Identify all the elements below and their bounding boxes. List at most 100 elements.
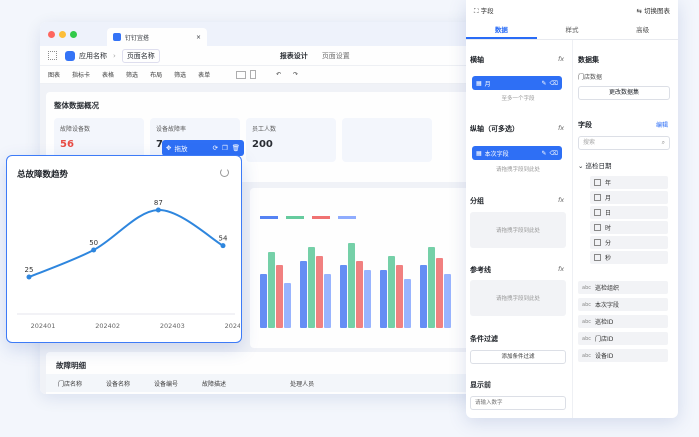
col-handler[interactable]: 处理人员 — [290, 379, 314, 388]
delete-icon[interactable]: ⌫ — [550, 80, 558, 87]
field-item[interactable]: abc 巡检组织 — [578, 281, 668, 294]
date-part-field[interactable]: 月 — [590, 191, 668, 204]
fields-toggle[interactable]: ⛶ 字段 — [474, 5, 494, 16]
undo-icon[interactable]: ↶ — [276, 71, 281, 78]
toolbar-form[interactable]: 表单 — [198, 70, 210, 79]
y-axis-field-pill[interactable]: ▦ 本次字段 ✎ ⌫ — [472, 146, 562, 160]
y-axis-title: 纵轴（可多选） — [470, 125, 519, 133]
trend-chart-card[interactable]: 总故障数趋势 25202401502024028720240354202404 — [6, 155, 242, 343]
x-axis-title: 横轴 — [470, 56, 484, 64]
bg-bar — [268, 251, 275, 328]
toolbar-filter[interactable]: 筛选 — [126, 70, 138, 79]
date-part-field[interactable]: 时 — [590, 221, 668, 234]
desktop-view-icon[interactable] — [236, 70, 247, 79]
date-part-field[interactable]: 日 — [590, 206, 668, 219]
maximize-dot-icon[interactable] — [70, 30, 77, 38]
kpi-card-extra[interactable] — [342, 118, 432, 162]
bg-bar — [316, 256, 323, 328]
data-point[interactable] — [26, 274, 32, 280]
x-axis-field-pill[interactable]: ▦ 月 ✎ ⌫ — [472, 76, 562, 90]
data-point[interactable] — [91, 247, 97, 253]
drag-icon[interactable]: ✥ — [166, 144, 171, 152]
window-titlebar: 钉钉宜搭 × — [40, 22, 482, 46]
x-tick-label: 202401 — [31, 322, 56, 330]
redo-icon[interactable]: ↷ — [293, 71, 298, 78]
tab-data[interactable]: 数据 — [466, 20, 537, 39]
bg-bar — [348, 242, 355, 328]
bg-bar — [364, 269, 371, 328]
col-fault-desc[interactable]: 故障描述 — [202, 379, 226, 388]
date-part-field[interactable]: 分 — [590, 236, 668, 249]
chip-label: 拖放 — [174, 145, 188, 153]
app-logo-icon — [113, 33, 121, 41]
date-part-field[interactable]: 年 — [590, 176, 668, 189]
component-action-chip[interactable]: ✥ 拖放 ⟳ ❐ 🗑 — [162, 140, 244, 156]
tab-page-settings[interactable]: 页面设置 — [322, 51, 350, 61]
text-type-icon: abc — [582, 335, 591, 342]
copy-icon[interactable]: ❐ — [222, 144, 228, 152]
delete-icon[interactable]: ⌫ — [550, 150, 558, 157]
toolbar-kpi-card[interactable]: 指标卡 — [72, 70, 90, 79]
dataset-title: 数据集 — [578, 56, 599, 64]
component-toolbar: 图表 指标卡 表格 筛选 布局 筛选 表单 ↶ ↷ — [40, 66, 482, 84]
tab-style[interactable]: 样式 — [537, 20, 608, 39]
bg-bar — [428, 247, 435, 328]
field-label: 秒 — [605, 255, 612, 262]
close-dot-icon[interactable] — [48, 30, 55, 38]
search-icon: ⌕ — [661, 139, 665, 146]
edit-icon[interactable]: ✎ — [541, 80, 546, 87]
page-name-select[interactable]: 页面名称 — [121, 48, 160, 63]
tab-close-icon[interactable]: × — [196, 34, 201, 41]
date-group-toggle[interactable]: ⌄ 巡检日期 — [578, 160, 612, 170]
browser-tab[interactable]: 钉钉宜搭 × — [107, 28, 207, 46]
delete-icon[interactable]: 🗑 — [232, 144, 240, 152]
reference-dropzone[interactable]: 请拖拽字段到此处 — [470, 280, 566, 316]
add-filter-button[interactable]: 添加条件过滤 — [470, 350, 566, 364]
col-store[interactable]: 门店名称 — [58, 379, 82, 388]
minimize-dot-icon[interactable] — [59, 30, 66, 38]
change-dataset-button[interactable]: 更改数据集 — [578, 86, 670, 100]
detail-section[interactable]: 故障明细 门店名称 设备名称 设备编号 故障描述 处理人员 — [46, 352, 476, 394]
bg-bar — [436, 257, 443, 328]
display-count-input[interactable] — [470, 396, 566, 410]
toolbar-layout[interactable]: 布局 — [150, 70, 162, 79]
fx-icon[interactable]: fx — [558, 55, 564, 63]
panel-header: ⛶ 字段 ⇆ 切换图表 — [466, 0, 678, 20]
toolbar-chart[interactable]: 图表 — [48, 70, 60, 79]
tab-advanced[interactable]: 高级 — [607, 20, 678, 39]
mobile-view-icon[interactable] — [250, 70, 257, 79]
refresh-icon[interactable]: ⟳ — [212, 144, 217, 152]
field-item[interactable]: abc 本次字段 — [578, 298, 668, 311]
edit-icon[interactable]: ✎ — [541, 150, 546, 157]
fx-icon[interactable]: fx — [558, 124, 564, 132]
field-label: 分 — [605, 240, 612, 247]
col-device-no[interactable]: 设备编号 — [154, 379, 178, 388]
data-point[interactable] — [155, 207, 161, 213]
bar-chart-section[interactable] — [250, 188, 476, 348]
col-device[interactable]: 设备名称 — [106, 379, 130, 388]
field-item[interactable]: abc 门店ID — [578, 332, 668, 345]
grid-menu-icon[interactable] — [48, 51, 57, 60]
field-item[interactable]: abc 巡检ID — [578, 315, 668, 328]
app-icon — [65, 50, 75, 61]
field-label: 本次字段 — [595, 302, 620, 309]
fields-edit-link[interactable]: 编辑 — [656, 120, 668, 129]
kpi-value: 200 — [252, 139, 273, 150]
group-dropzone[interactable]: 请拖拽字段到此处 — [470, 212, 566, 248]
switch-chart-button[interactable]: ⇆ 切换图表 — [636, 5, 670, 15]
field-search-input[interactable]: 搜索 ⌕ — [578, 136, 670, 150]
toolbar-table[interactable]: 表格 — [102, 70, 114, 79]
app-name[interactable]: 应用名称 — [79, 51, 107, 61]
data-label: 25 — [25, 266, 34, 274]
fx-icon[interactable]: fx — [558, 196, 564, 204]
kpi-card-staff[interactable]: 员工人数 200 — [246, 118, 336, 162]
date-part-field[interactable]: 秒 — [590, 251, 668, 264]
kpi-label: 故障设备数 — [60, 126, 91, 133]
field-item[interactable]: abc 设备ID — [578, 349, 668, 362]
toolbar-filter-2[interactable]: 筛选 — [174, 70, 186, 79]
detail-table-header: 门店名称 设备名称 设备编号 故障描述 处理人员 — [46, 374, 476, 392]
data-point[interactable] — [220, 243, 226, 249]
field-label: 时 — [605, 225, 612, 232]
tab-report-design[interactable]: 报表设计 — [280, 51, 308, 61]
fx-icon[interactable]: fx — [558, 265, 564, 273]
